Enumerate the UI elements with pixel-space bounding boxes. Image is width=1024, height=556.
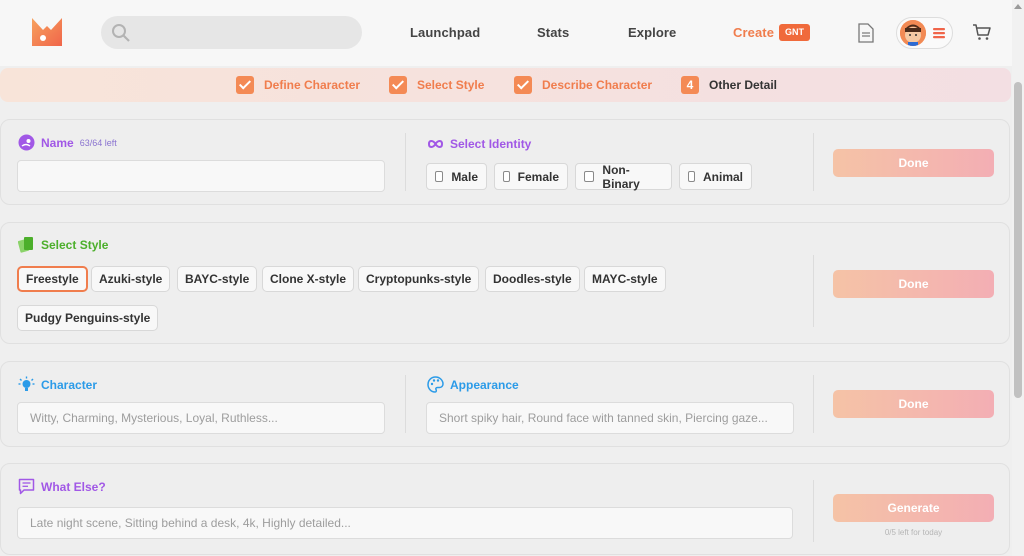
style-chip-clone-x[interactable]: Clone X-style <box>262 266 355 292</box>
what-else-label: What Else? <box>18 478 106 495</box>
style-chip-pudgy-penguins[interactable]: Pudgy Penguins-style <box>17 305 159 331</box>
style-chip-cryptopunks[interactable]: Cryptopunks-style <box>358 266 480 292</box>
identity-option-female[interactable]: Female <box>494 163 568 190</box>
divider <box>813 133 814 191</box>
select-style-label: Select Style <box>18 236 108 253</box>
scrollbar-thumb[interactable] <box>1014 82 1022 398</box>
name-char-counter: 63/64 left <box>79 137 117 148</box>
nav-explore[interactable]: Explore <box>628 25 676 40</box>
checkbox[interactable] <box>688 171 695 182</box>
step-define-character[interactable]: Define Character <box>236 76 360 94</box>
chat-icon <box>18 478 35 495</box>
step-select-style[interactable]: Select Style <box>389 76 484 94</box>
progress-steps: Define Character Select Style Describe C… <box>0 68 1011 102</box>
identity-option-male[interactable]: Male <box>426 163 487 190</box>
app-logo-icon[interactable] <box>31 16 63 48</box>
identity-option-non-binary[interactable]: Non-Binary <box>575 163 672 191</box>
document-icon[interactable] <box>858 23 874 43</box>
divider <box>813 375 814 433</box>
step-label: Select Style <box>417 78 485 92</box>
search-bar[interactable] <box>101 16 362 49</box>
style-chip-azuki[interactable]: Azuki-style <box>91 266 171 292</box>
done-button-style[interactable]: Done <box>833 270 994 298</box>
checkmark-icon <box>236 76 254 94</box>
step-number: 4 <box>681 76 699 94</box>
style-chip-freestyle[interactable]: Freestyle <box>17 266 88 292</box>
done-button-description[interactable]: Done <box>833 390 994 418</box>
divider <box>813 255 814 327</box>
checkmark-icon <box>514 76 532 94</box>
checkbox[interactable] <box>584 171 595 182</box>
generate-quota-note: 0/5 left for today <box>884 528 943 537</box>
checkmark-icon <box>389 76 407 94</box>
checkbox[interactable] <box>503 171 510 182</box>
appearance-input[interactable]: Short spiky hair, Round face with tanned… <box>426 402 794 434</box>
top-navigation-bar: Launchpad Stats Explore Create GNT <box>0 0 1012 66</box>
search-icon <box>112 24 130 42</box>
appearance-label: Appearance <box>427 376 519 393</box>
done-button-identity[interactable]: Done <box>833 149 994 177</box>
palette-icon <box>427 376 444 393</box>
face-icon <box>18 134 35 151</box>
step-label: Define Character <box>264 78 361 92</box>
lightbulb-icon <box>18 376 35 391</box>
generate-button[interactable]: Generate <box>833 494 994 522</box>
nav-launchpad[interactable]: Launchpad <box>410 25 480 40</box>
name-label: Name 63/64 left <box>18 134 117 151</box>
what-else-input[interactable]: Late night scene, Sitting behind a desk,… <box>17 507 793 539</box>
create-token-badge: GNT <box>779 24 810 41</box>
style-chip-mayc[interactable]: MAYC-style <box>584 266 666 292</box>
cart-icon[interactable] <box>972 23 992 41</box>
page-scrollbar[interactable] <box>1012 0 1024 556</box>
step-other-detail[interactable]: 4 Other Detail <box>681 76 777 94</box>
step-describe-character[interactable]: Describe Character <box>514 76 652 94</box>
name-input[interactable] <box>17 160 385 192</box>
style-chip-doodles[interactable]: Doodles-style <box>485 266 580 292</box>
avatar <box>900 20 926 46</box>
divider <box>405 375 406 433</box>
checkbox[interactable] <box>435 171 444 182</box>
menu-icon <box>933 28 945 39</box>
scroll-up-arrow-icon[interactable] <box>1014 4 1022 9</box>
divider <box>813 480 814 542</box>
character-label: Character <box>18 376 97 393</box>
divider <box>405 133 406 191</box>
nav-stats[interactable]: Stats <box>537 25 569 40</box>
style-chip-bayc[interactable]: BAYC-style <box>177 266 258 292</box>
identity-option-animal[interactable]: Animal <box>679 163 752 190</box>
nav-create[interactable]: Create <box>733 25 774 40</box>
avatar-face-icon <box>900 20 926 46</box>
infinity-icon <box>427 140 444 148</box>
user-menu[interactable] <box>896 17 953 49</box>
character-input[interactable]: Witty, Charming, Mysterious, Loyal, Ruth… <box>17 402 385 434</box>
step-label: Other Detail <box>709 78 778 92</box>
identity-label: Select Identity <box>427 137 531 151</box>
style-cards-icon <box>18 237 33 253</box>
step-label: Describe Character <box>542 78 653 92</box>
